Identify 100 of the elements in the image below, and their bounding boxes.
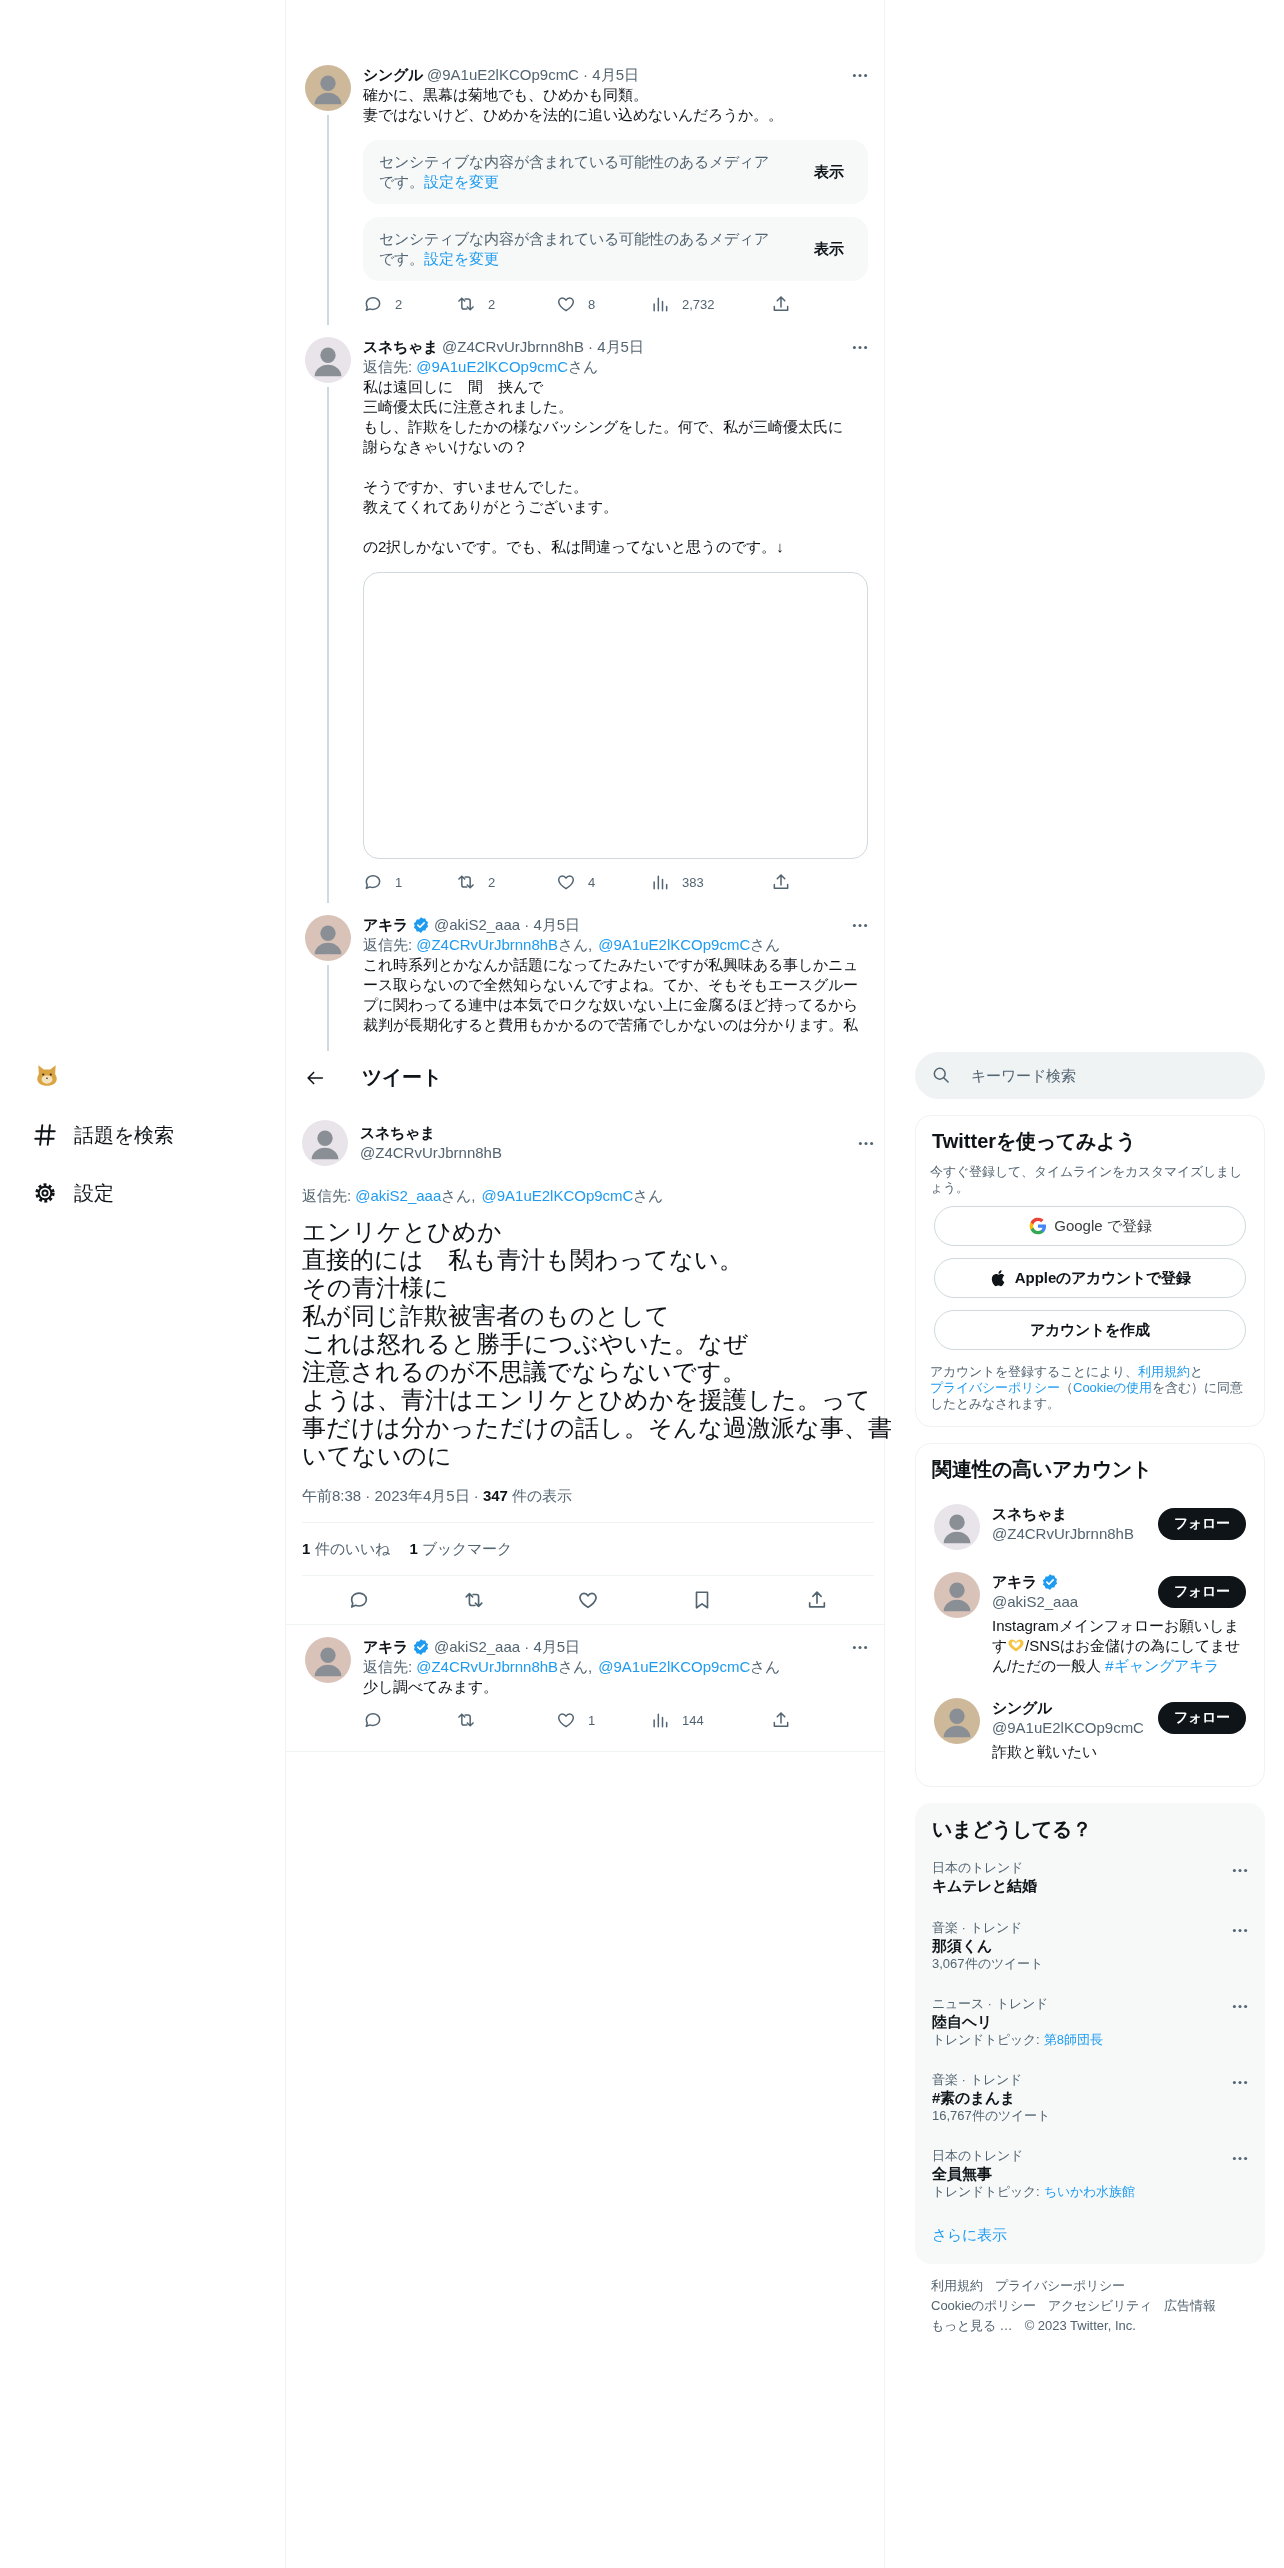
avatar[interactable] [305, 915, 351, 961]
warning-text: センシティブな内容が含まれている可能性のあるメディアです。設定を変更 [379, 152, 770, 192]
text-line: 私が同じ詐欺被害者のものとして [302, 1302, 671, 1330]
avatar[interactable] [305, 337, 351, 383]
text-line: その青汁様に [302, 1274, 450, 1302]
avatar[interactable] [305, 65, 351, 111]
avatar[interactable] [934, 1504, 980, 1550]
heart-icon [556, 1710, 576, 1730]
text-line: エンリケとひめか [302, 1218, 503, 1246]
trend-context: 日本のトレンド [932, 2148, 1024, 2164]
retweet-button[interactable]: 2 [456, 870, 496, 894]
tweet-meta: @9A1uE2lKCOp9cmC · 4月5日 [427, 65, 639, 85]
stat-link[interactable]: 1 件のいいね [302, 1539, 390, 1559]
trend-name[interactable]: キムテレと結婚 [932, 1876, 1037, 1896]
stat-link[interactable]: 1 ブックマーク [409, 1539, 513, 1559]
signup-button[interactable]: Appleのアカウントで登録 [934, 1258, 1246, 1298]
author-name[interactable]: アキラ [363, 1637, 408, 1657]
account-name[interactable]: アキラ [992, 1572, 1037, 1592]
legal-text: アカウントを登録することにより、利用規約 と プライバシーポリシー（Cookieの使用を含む）に同意したとみなされます。 [930, 1364, 1245, 1412]
search-field[interactable]: キーワード検索 [915, 1052, 1265, 1099]
reply-button[interactable]: 2 [363, 292, 403, 316]
more-icon[interactable] [1232, 2156, 1248, 2161]
signup-button[interactable]: アカウントを作成 [934, 1310, 1246, 1350]
trend-name[interactable]: 那須くん [932, 1936, 1043, 1956]
follow-button[interactable]: フォロー [1158, 1508, 1246, 1540]
account-handle[interactable]: @akiS2_aaa [992, 1592, 1079, 1612]
share-icon [771, 872, 791, 892]
trend-name[interactable]: 全員無事 [932, 2164, 1135, 2184]
show-button[interactable]: 表示 [806, 235, 852, 263]
more-icon[interactable] [852, 72, 868, 78]
card-title: Twitterを使ってみよう [932, 1129, 1138, 1154]
like-button[interactable]: 8 [556, 292, 596, 316]
account-bio: Instagramメインフォローお願いします /SNSはお金儲けの為にしてません/ただの一般人 #ギャングアキラ [992, 1616, 1241, 1676]
avatar[interactable] [302, 1120, 348, 1166]
more-icon[interactable] [1232, 2004, 1248, 2009]
signup-text: 今すぐ登録して、タイムラインをカスタマイズしましょう。 [930, 1164, 1243, 1196]
trend-name[interactable]: #素のまんま [932, 2088, 1050, 2108]
more-icon[interactable] [852, 1644, 868, 1650]
trend-context: 音楽 · トレンド [932, 1920, 1023, 1936]
search-icon [931, 1065, 951, 1085]
views-button[interactable]: 383 [650, 870, 704, 894]
reply-to-text: 返信先: @9A1uE2lKCOp9cmCさん [363, 357, 600, 377]
tweet-timestamp: 午前8:38 · 2023年4月5日 · 347 件の表示 [302, 1486, 874, 1523]
signup-button[interactable]: Google で登録 [934, 1206, 1246, 1246]
footer-link[interactable]: Cookieのポリシー [931, 2298, 1037, 2314]
trend-detail: 3,067件のツイート [932, 1956, 1043, 1972]
trend-name[interactable]: 陸自ヘリ [932, 2012, 1103, 2032]
nav-link[interactable]: 話題を検索 [32, 1106, 174, 1164]
trend-context: 日本のトレンド [932, 1860, 1024, 1876]
more-icon[interactable] [852, 922, 868, 928]
footer-link[interactable]: もっと見る … [931, 2318, 1013, 2334]
retweet-button[interactable]: 2 [456, 292, 496, 316]
more-icon[interactable] [1232, 1868, 1248, 1873]
footer-link[interactable]: アクセシビリティ [1048, 2298, 1153, 2314]
more-icon[interactable] [1232, 2080, 1248, 2085]
more-icon[interactable] [852, 344, 868, 350]
text-line: ようは、青汁はエンリケとひめかを援護した。って [302, 1386, 872, 1414]
avatar[interactable] [934, 1572, 980, 1618]
dog-logo-icon[interactable] [34, 1062, 60, 1088]
trend-context: 音楽 · トレンド [932, 2072, 1023, 2088]
heart-hands-icon [1007, 1638, 1025, 1653]
follow-button[interactable]: フォロー [1158, 1576, 1246, 1608]
heart-icon [556, 294, 576, 314]
more-icon[interactable] [1232, 1928, 1248, 1933]
trend-detail: 16,767件のツイート [932, 2108, 1050, 2124]
google-g-icon [1028, 1216, 1049, 1236]
account-name[interactable]: シングル [992, 1698, 1052, 1718]
warning-text: センシティブな内容が含まれている可能性のあるメディアです。設定を変更 [379, 229, 770, 269]
footer-link[interactable]: プライバシーポリシー [995, 2278, 1125, 2294]
more-icon[interactable] [858, 1140, 874, 1146]
reply-icon [363, 1710, 383, 1730]
tweet-meta: @akiS2_aaa · 4月5日 [434, 915, 581, 935]
account-handle[interactable]: @9A1uE2lKCOp9cmC [992, 1718, 1144, 1738]
account-handle[interactable]: @Z4CRvUrJbrnn8hB [992, 1524, 1134, 1544]
like-button[interactable]: 1 [556, 1708, 596, 1732]
author-name[interactable]: シングル [363, 65, 423, 85]
trend-detail: トレンドトピック: 第8師団長 [932, 2032, 1103, 2048]
views-button[interactable]: 2,732 [650, 292, 715, 316]
author-name[interactable]: アキラ [363, 915, 408, 935]
text-line: これ時系列とかなんか話題になってたみたいですが私興味ある事しかニュース取らないので全然知らないんですよね。てか、そもそもエースグループに関わってる連中は本気でロクな奴いない上に金腐るほど持ってるから裁判が長期化すると費用もかかるので苦痛でしかないのは分かります。私 [363, 955, 859, 1035]
footer-link[interactable]: © 2023 Twitter, Inc. [1024, 2318, 1136, 2334]
author-name[interactable]: スネちゃま [360, 1123, 502, 1143]
like-button[interactable]: 4 [556, 870, 596, 894]
follow-button[interactable]: フォロー [1158, 1702, 1246, 1734]
account-name[interactable]: スネちゃま [992, 1504, 1067, 1524]
reply-button[interactable]: 1 [363, 870, 403, 894]
views-button[interactable]: 144 [650, 1708, 704, 1732]
show-button[interactable]: 表示 [806, 158, 852, 186]
avatar[interactable] [934, 1698, 980, 1744]
reply-icon [363, 872, 383, 892]
author-handle[interactable]: @Z4CRvUrJbrnn8hB [360, 1143, 502, 1163]
avatar[interactable] [305, 1637, 351, 1683]
footer-link[interactable]: 利用規約 [931, 2278, 983, 2294]
account-bio: 詐欺と戦いたい [992, 1742, 1098, 1762]
footer-link[interactable]: 広告情報 [1164, 2298, 1217, 2314]
nav-link[interactable]: 設定 [32, 1164, 114, 1222]
author-name[interactable]: スネちゃま [363, 337, 438, 357]
share-icon [771, 1710, 791, 1730]
text-line: 事だけは分かっただけの話し。そんな過激派な事、書いてないのに [302, 1414, 892, 1470]
card-title: 関連性の高いアカウント [932, 1457, 1153, 1482]
